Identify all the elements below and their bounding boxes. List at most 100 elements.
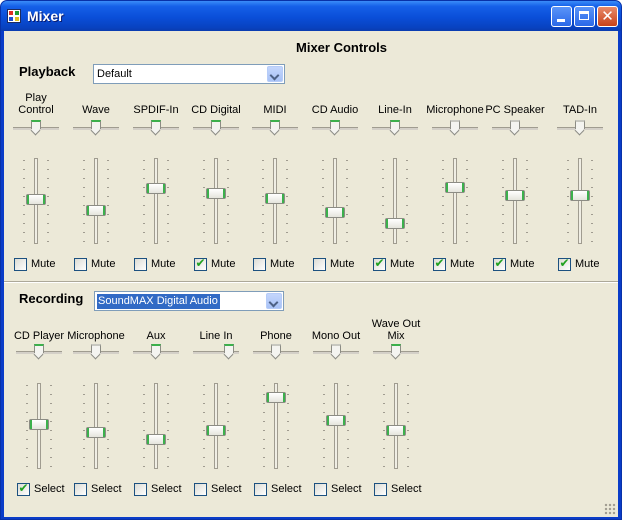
playback-volume-slider-line-in[interactable] xyxy=(380,158,410,244)
playback-volume-slider-pc-speaker[interactable] xyxy=(500,158,530,244)
playback-balance-slider-cd-digital[interactable] xyxy=(193,120,239,136)
volume-thumb[interactable] xyxy=(146,434,166,445)
playback-balance-slider-wave[interactable] xyxy=(73,120,119,136)
recording-balance-slider-cd-player[interactable] xyxy=(16,344,62,360)
balance-thumb[interactable] xyxy=(330,344,341,360)
playback-balance-slider-spdif-in[interactable] xyxy=(133,120,179,136)
volume-thumb[interactable] xyxy=(206,188,226,199)
recording-volume-slider-microphone[interactable] xyxy=(81,383,111,469)
checkbox-box[interactable] xyxy=(374,483,387,496)
volume-thumb[interactable] xyxy=(86,427,106,438)
recording-balance-slider-mono-out[interactable] xyxy=(313,344,359,360)
volume-thumb[interactable] xyxy=(86,205,106,216)
recording-balance-slider-microphone[interactable] xyxy=(73,344,119,360)
checkbox-box[interactable] xyxy=(314,483,327,496)
checkmark-icon: ✔ xyxy=(494,256,505,270)
mixer-app-icon[interactable] xyxy=(7,9,21,23)
playback-balance-slider-cd-audio[interactable] xyxy=(312,120,358,136)
recording-volume-slider-cd-player[interactable] xyxy=(24,383,54,469)
volume-thumb[interactable] xyxy=(505,190,525,201)
close-icon: ✕ xyxy=(601,8,614,25)
balance-thumb[interactable] xyxy=(389,120,400,136)
mixer-client-area: Mixer Controls Playback Default Recordin… xyxy=(4,31,618,517)
balance-thumb[interactable] xyxy=(90,344,101,360)
balance-thumb[interactable] xyxy=(509,120,520,136)
balance-thumb[interactable] xyxy=(210,120,221,136)
balance-thumb[interactable] xyxy=(269,120,280,136)
playback-volume-slider-tad-in[interactable] xyxy=(565,158,595,244)
title-bar[interactable]: Mixer ✕ xyxy=(1,1,621,31)
balance-thumb[interactable] xyxy=(150,344,161,360)
balance-thumb[interactable] xyxy=(150,120,161,136)
recording-balance-slider-phone[interactable] xyxy=(253,344,299,360)
volume-thumb[interactable] xyxy=(26,194,46,205)
close-button[interactable]: ✕ xyxy=(597,6,618,27)
playback-balance-slider-pc-speaker[interactable] xyxy=(492,120,538,136)
balance-thumb[interactable] xyxy=(33,344,44,360)
recording-volume-slider-mono-out[interactable] xyxy=(321,383,351,469)
volume-track xyxy=(578,158,582,244)
checkbox-box[interactable] xyxy=(14,258,27,271)
playback-volume-slider-microphone[interactable] xyxy=(440,158,470,244)
checkbox-box[interactable] xyxy=(313,258,326,271)
volume-thumb[interactable] xyxy=(570,190,590,201)
volume-thumb[interactable] xyxy=(266,392,286,403)
playback-balance-slider-play-control[interactable] xyxy=(13,120,59,136)
recording-balance-slider-wave-out-mix[interactable] xyxy=(373,344,419,360)
volume-thumb[interactable] xyxy=(326,415,346,426)
chevron-down-icon[interactable] xyxy=(266,293,282,309)
balance-thumb[interactable] xyxy=(390,344,401,360)
recording-balance-slider-aux[interactable] xyxy=(133,344,179,360)
mute-label: Mute xyxy=(510,258,535,270)
volume-track xyxy=(453,158,457,244)
playback-volume-slider-wave[interactable] xyxy=(81,158,111,244)
volume-thumb[interactable] xyxy=(445,182,465,193)
minimize-button[interactable] xyxy=(551,6,572,27)
checkbox-box[interactable] xyxy=(134,258,147,271)
volume-thumb[interactable] xyxy=(29,419,49,430)
playback-volume-slider-spdif-in[interactable] xyxy=(141,158,171,244)
playback-volume-slider-play-control[interactable] xyxy=(21,158,51,244)
playback-balance-slider-microphone[interactable] xyxy=(432,120,478,136)
volume-thumb[interactable] xyxy=(385,218,405,229)
volume-thumb[interactable] xyxy=(325,207,345,218)
checkbox-box[interactable] xyxy=(253,258,266,271)
balance-thumb[interactable] xyxy=(449,120,460,136)
resize-grip[interactable] xyxy=(604,503,616,515)
balance-thumb[interactable] xyxy=(223,344,234,360)
playback-balance-slider-midi[interactable] xyxy=(252,120,298,136)
recording-device-select[interactable]: SoundMAX Digital Audio xyxy=(94,291,284,311)
chevron-down-icon[interactable] xyxy=(267,66,283,82)
playback-volume-slider-cd-audio[interactable] xyxy=(320,158,350,244)
balance-thumb[interactable] xyxy=(30,120,41,136)
maximize-button[interactable] xyxy=(574,6,595,27)
balance-thumb[interactable] xyxy=(574,120,585,136)
playback-balance-slider-tad-in[interactable] xyxy=(557,120,603,136)
checkbox-box[interactable] xyxy=(194,483,207,496)
balance-thumb[interactable] xyxy=(90,120,101,136)
mute-label: Mute xyxy=(151,258,176,270)
checkbox-box[interactable] xyxy=(74,483,87,496)
balance-thumb[interactable] xyxy=(270,344,281,360)
recording-volume-slider-wave-out-mix[interactable] xyxy=(381,383,411,469)
recording-balance-slider-line-in[interactable] xyxy=(193,344,239,360)
checkbox-box[interactable] xyxy=(254,483,267,496)
checkbox-box[interactable] xyxy=(134,483,147,496)
recording-volume-slider-aux[interactable] xyxy=(141,383,171,469)
volume-thumb[interactable] xyxy=(146,183,166,194)
volume-thumb[interactable] xyxy=(206,425,226,436)
playback-balance-slider-line-in[interactable] xyxy=(372,120,418,136)
playback-device-select[interactable]: Default xyxy=(93,64,285,84)
recording-volume-slider-phone[interactable] xyxy=(261,383,291,469)
checkbox-box[interactable] xyxy=(74,258,87,271)
volume-thumb[interactable] xyxy=(265,193,285,204)
playback-volume-slider-midi[interactable] xyxy=(260,158,290,244)
volume-track xyxy=(513,158,517,244)
playback-volume-slider-cd-digital[interactable] xyxy=(201,158,231,244)
balance-thumb[interactable] xyxy=(329,120,340,136)
checkmark-icon: ✔ xyxy=(559,256,570,270)
recording-label: Recording xyxy=(19,291,84,306)
volume-thumb[interactable] xyxy=(386,425,406,436)
mute-label: Mute xyxy=(575,258,600,270)
recording-volume-slider-line-in[interactable] xyxy=(201,383,231,469)
